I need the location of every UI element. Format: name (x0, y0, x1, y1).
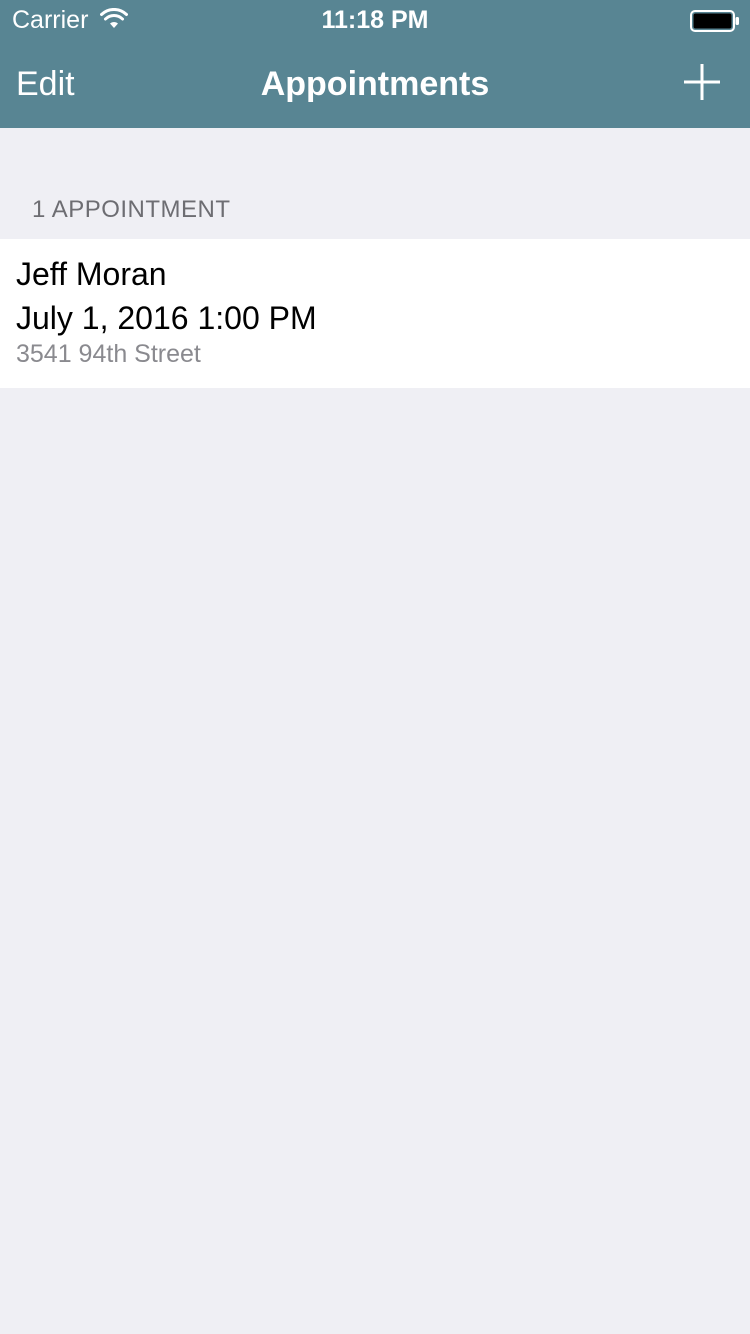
status-bar: Carrier 11:18 PM (0, 0, 750, 40)
appointment-address: 3541 94th Street (16, 340, 201, 368)
page-title: Appointments (260, 65, 490, 103)
section-header: 1 APPOINTMENT (32, 196, 231, 223)
navigation-bar: Edit Appointments (0, 40, 750, 128)
plus-icon (684, 64, 720, 100)
battery-icon (690, 10, 739, 32)
appointment-datetime: July 1, 2016 1:00 PM (16, 300, 317, 336)
appointments-list: Jeff Moran July 1, 2016 1:00 PM 3541 94t… (0, 239, 750, 388)
add-appointment-button[interactable] (674, 54, 730, 110)
appointment-name: Jeff Moran (16, 256, 167, 292)
top-bar: Carrier 11:18 PM Edit Appointments (0, 0, 750, 128)
status-time: 11:18 PM (321, 6, 429, 34)
appointment-row[interactable]: Jeff Moran July 1, 2016 1:00 PM 3541 94t… (0, 239, 750, 388)
